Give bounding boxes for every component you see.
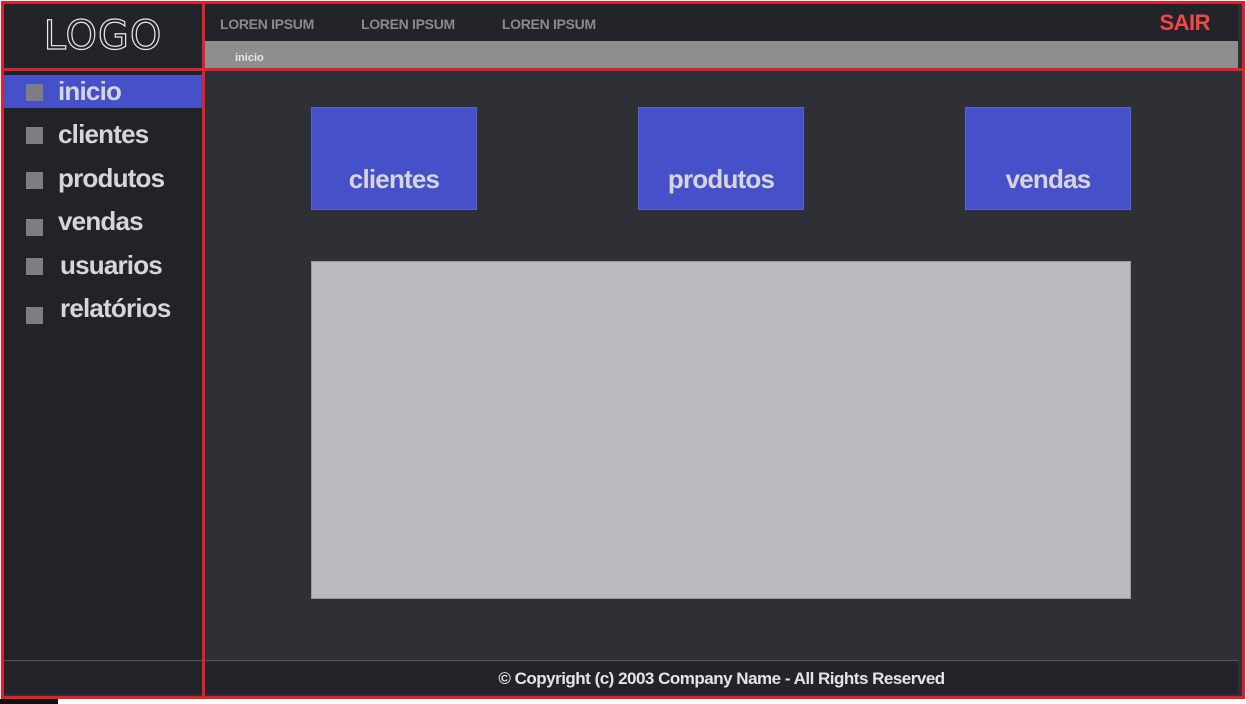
- footer: © Copyright (c) 2003 Company Name - All …: [205, 660, 1238, 694]
- logo-area[interactable]: LOGO: [4, 4, 202, 68]
- sidebar: inicio clientes produtos vendas usuarios…: [4, 71, 202, 660]
- top-nav-item-1[interactable]: LOREN IPSUM: [220, 16, 314, 32]
- header-divider: [4, 68, 1242, 71]
- square-bullet-icon: [26, 307, 43, 324]
- sidebar-item-label: vendas: [58, 206, 144, 236]
- square-bullet-icon: [26, 84, 43, 101]
- vertical-divider: [202, 4, 205, 696]
- app-window: LOGO LOREN IPSUM LOREN IPSUM LOREN IPSUM…: [0, 0, 1246, 704]
- sidebar-item-label: inicio: [58, 76, 122, 106]
- sidebar-item-relatorios[interactable]: relatórios: [4, 292, 202, 325]
- top-nav-item-2[interactable]: LOREN IPSUM: [361, 16, 455, 32]
- top-nav-menu: LOREN IPSUM LOREN IPSUM LOREN IPSUM: [220, 16, 643, 32]
- copyright-text: © Copyright (c) 2003 Company Name - All …: [498, 669, 945, 688]
- tile-label: produtos: [667, 164, 775, 194]
- sidebar-footer: [4, 660, 202, 694]
- tile-label: clientes: [348, 164, 440, 194]
- top-navigation-bar: LOREN IPSUM LOREN IPSUM LOREN IPSUM SAIR: [205, 4, 1238, 41]
- sidebar-item-inicio[interactable]: inicio: [4, 75, 202, 108]
- sidebar-item-label: produtos: [58, 163, 165, 193]
- square-bullet-icon: [26, 258, 43, 275]
- sidebar-item-label: usuarios: [60, 250, 163, 280]
- sidebar-item-label: clientes: [58, 119, 149, 149]
- sidebar-item-produtos[interactable]: produtos: [4, 162, 202, 195]
- sidebar-item-label: relatórios: [60, 293, 171, 323]
- tile-vendas[interactable]: vendas: [965, 107, 1131, 210]
- sidebar-item-clientes[interactable]: clientes: [4, 118, 202, 151]
- sidebar-item-vendas[interactable]: vendas: [4, 205, 202, 238]
- tile-produtos[interactable]: produtos: [638, 107, 804, 210]
- content-panel: [311, 261, 1131, 599]
- breadcrumb-bar: inicio: [205, 41, 1238, 68]
- logout-button[interactable]: SAIR: [1159, 10, 1210, 36]
- tile-label: vendas: [1005, 164, 1092, 194]
- sidebar-item-usuarios[interactable]: usuarios: [4, 249, 202, 282]
- tile-clientes[interactable]: clientes: [311, 107, 477, 210]
- logo[interactable]: LOGO: [43, 15, 163, 56]
- top-nav-item-3[interactable]: LOREN IPSUM: [502, 16, 596, 32]
- square-bullet-icon: [26, 127, 43, 144]
- breadcrumb[interactable]: inicio: [235, 52, 264, 64]
- square-bullet-icon: [26, 172, 43, 189]
- edge-artifact: [0, 699, 58, 704]
- square-bullet-icon: [26, 219, 43, 236]
- main-content: clientes produtos vendas: [205, 71, 1238, 660]
